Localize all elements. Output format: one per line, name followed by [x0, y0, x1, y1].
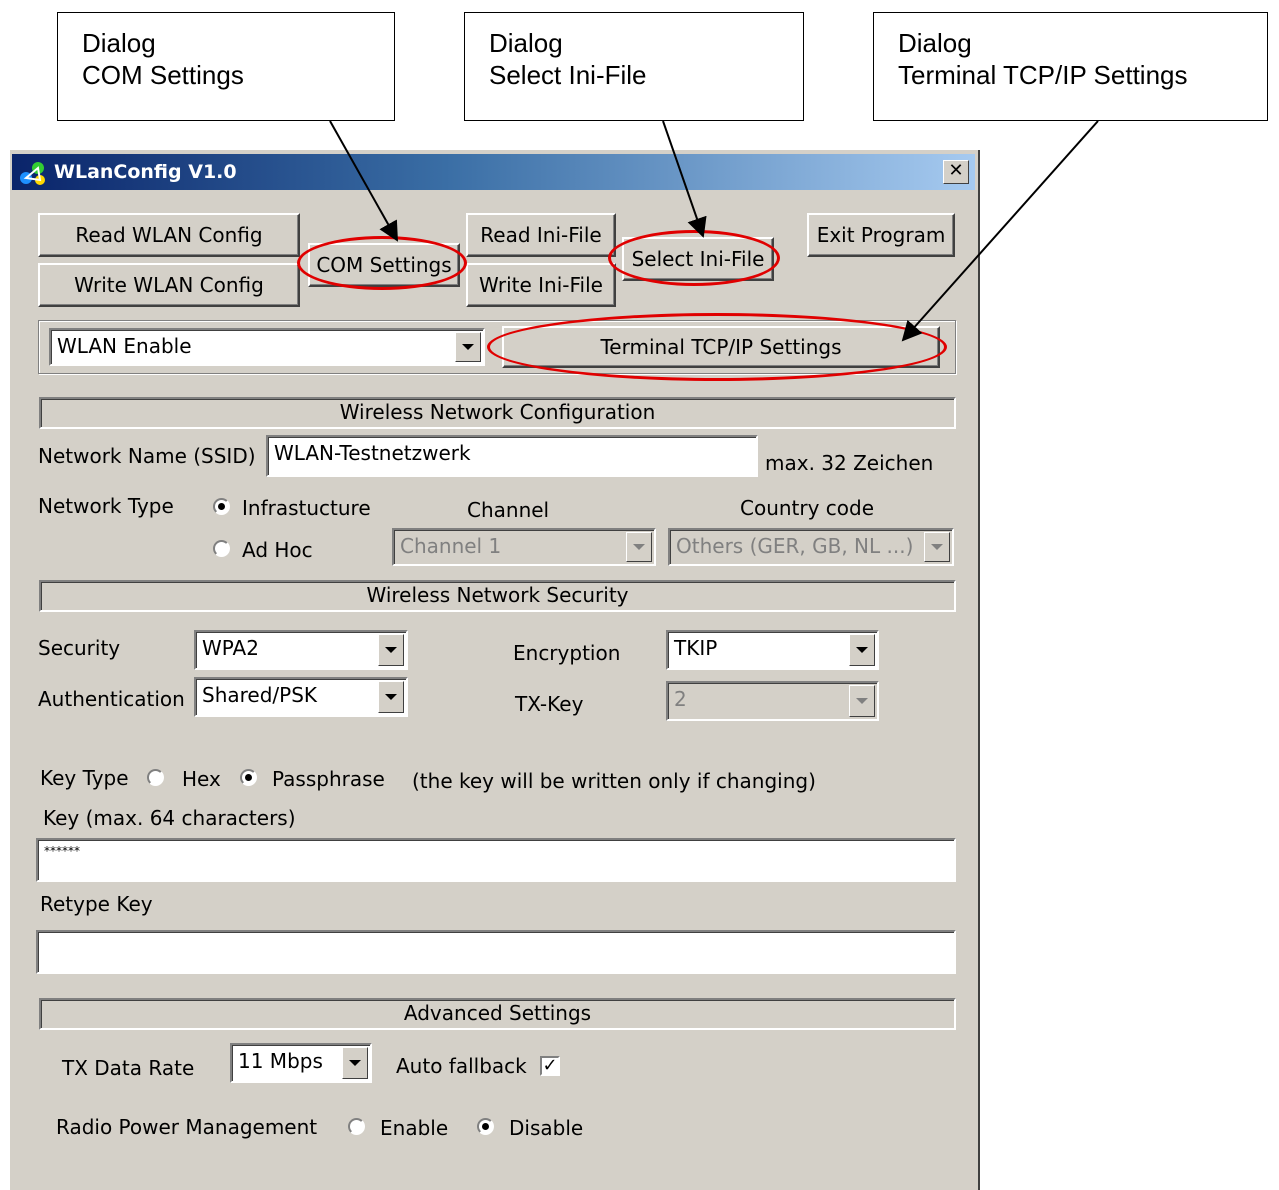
- callout-tcp-line2: Terminal TCP/IP Settings: [898, 60, 1188, 90]
- callout-terminal-tcpip: Dialog Terminal TCP/IP Settings: [873, 12, 1268, 121]
- auto-fallback-checkbox[interactable]: ✓: [540, 1056, 560, 1076]
- wlan-mode-select[interactable]: WLAN Enable: [49, 328, 485, 366]
- network-type-label: Network Type: [38, 494, 174, 518]
- ssid-label: Network Name (SSID): [38, 444, 256, 468]
- security-label: Security: [38, 636, 121, 660]
- wlanconfig-window: WLanConfig V1.0 ✕ Read WLAN Config Write…: [9, 150, 980, 1190]
- infrastructure-radio[interactable]: [213, 498, 230, 515]
- chevron-down-icon[interactable]: [849, 685, 875, 717]
- radio-pm-enable-radio[interactable]: [348, 1118, 365, 1135]
- callout-ini-line2: Select Ini-File: [489, 60, 647, 90]
- title-bar[interactable]: WLanConfig V1.0 ✕: [12, 154, 975, 190]
- wireless-config-header: Wireless Network Configuration: [39, 397, 956, 429]
- select-ini-file-button[interactable]: Select Ini-File: [622, 237, 774, 281]
- callout-ini-line1: Dialog: [489, 28, 563, 58]
- exit-program-button[interactable]: Exit Program: [807, 213, 955, 257]
- tx-data-rate-select[interactable]: 11 Mbps: [230, 1043, 372, 1083]
- ssid-hint: max. 32 Zeichen: [765, 451, 934, 475]
- read-wlan-config-button[interactable]: Read WLAN Config: [38, 213, 300, 257]
- encryption-select[interactable]: TKIP: [666, 630, 879, 670]
- write-wlan-config-button[interactable]: Write WLAN Config: [38, 263, 300, 307]
- encryption-value: TKIP: [674, 636, 718, 660]
- channel-label: Channel: [467, 498, 550, 522]
- callout-com-settings: Dialog COM Settings: [57, 12, 395, 121]
- security-select[interactable]: WPA2: [194, 630, 408, 670]
- checkmark-icon: ✓: [542, 1055, 558, 1076]
- terminal-tcpip-settings-button[interactable]: Terminal TCP/IP Settings: [502, 326, 940, 368]
- advanced-settings-header: Advanced Settings: [39, 998, 956, 1030]
- chevron-down-icon[interactable]: [378, 634, 404, 666]
- retype-key-label: Retype Key: [40, 892, 153, 916]
- write-ini-file-button[interactable]: Write Ini-File: [466, 263, 616, 307]
- chevron-down-icon[interactable]: [455, 332, 481, 362]
- radio-power-management-label: Radio Power Management: [56, 1115, 318, 1139]
- passphrase-label: Passphrase: [272, 767, 385, 791]
- country-code-select[interactable]: Others (GER, GB, NL ...): [668, 528, 954, 566]
- radio-pm-disable-label: Disable: [509, 1116, 584, 1140]
- close-icon: ✕: [948, 160, 964, 181]
- read-ini-file-button[interactable]: Read Ini-File: [466, 213, 616, 257]
- radio-pm-disable-radio[interactable]: [477, 1118, 494, 1135]
- infrastructure-label: Infrastucture: [242, 496, 371, 520]
- window-title: WLanConfig V1.0: [54, 161, 237, 183]
- txkey-label: TX-Key: [515, 692, 584, 716]
- adhoc-radio[interactable]: [213, 540, 230, 557]
- chevron-down-icon[interactable]: [849, 634, 875, 666]
- chevron-down-icon[interactable]: [626, 532, 652, 562]
- authentication-label: Authentication: [38, 687, 185, 711]
- channel-select[interactable]: Channel 1: [392, 528, 656, 566]
- auto-fallback-label: Auto fallback: [396, 1054, 527, 1078]
- ssid-input[interactable]: WLAN-Testnetzwerk: [266, 435, 758, 477]
- country-code-value: Others (GER, GB, NL ...): [676, 534, 914, 558]
- retype-key-input[interactable]: [36, 930, 956, 974]
- tx-data-rate-value: 11 Mbps: [238, 1049, 323, 1073]
- key-note: (the key will be written only if changin…: [412, 769, 816, 793]
- key-label: Key (max. 64 characters): [43, 806, 296, 830]
- txkey-value: 2: [674, 687, 687, 711]
- adhoc-label: Ad Hoc: [242, 538, 313, 562]
- callout-select-ini: Dialog Select Ini-File: [464, 12, 804, 121]
- channel-value: Channel 1: [400, 534, 502, 558]
- wireless-security-header: Wireless Network Security: [39, 580, 956, 612]
- radio-pm-enable-label: Enable: [380, 1116, 449, 1140]
- callout-com-line2: COM Settings: [82, 60, 244, 90]
- callout-tcp-line1: Dialog: [898, 28, 972, 58]
- close-button[interactable]: ✕: [943, 160, 969, 184]
- callout-com-line1: Dialog: [82, 28, 156, 58]
- network-app-icon: [20, 162, 45, 185]
- chevron-down-icon[interactable]: [342, 1047, 368, 1079]
- hex-label: Hex: [182, 767, 221, 791]
- key-input[interactable]: ******: [36, 838, 956, 882]
- country-code-label: Country code: [740, 496, 875, 520]
- key-type-label: Key Type: [40, 766, 129, 790]
- hex-radio[interactable]: [147, 769, 164, 786]
- security-value: WPA2: [202, 636, 259, 660]
- wlan-mode-value: WLAN Enable: [57, 334, 192, 358]
- com-settings-button[interactable]: COM Settings: [308, 243, 460, 287]
- encryption-label: Encryption: [513, 641, 621, 665]
- tx-data-rate-label: TX Data Rate: [62, 1056, 195, 1080]
- authentication-value: Shared/PSK: [202, 683, 318, 707]
- chevron-down-icon[interactable]: [378, 681, 404, 713]
- authentication-select[interactable]: Shared/PSK: [194, 677, 408, 717]
- txkey-select[interactable]: 2: [666, 681, 879, 721]
- chevron-down-icon[interactable]: [924, 532, 950, 562]
- passphrase-radio[interactable]: [240, 769, 257, 786]
